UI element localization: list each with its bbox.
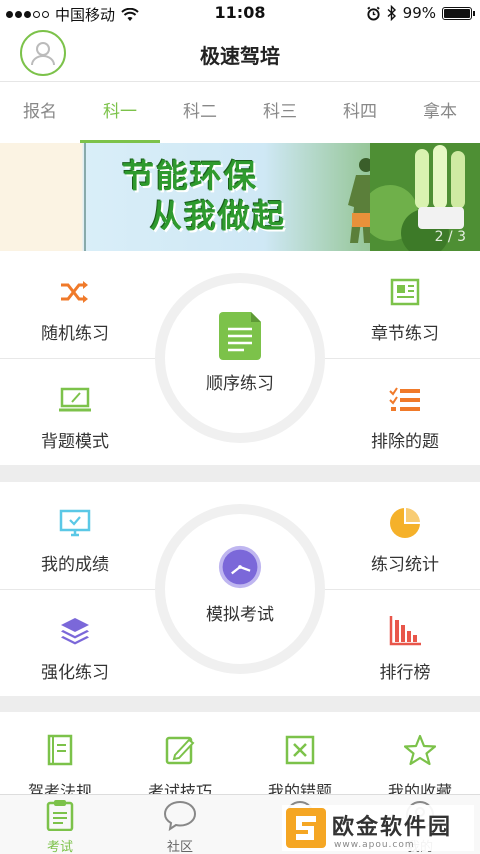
status-bar: 中国移动 11:08 99% [0,0,480,26]
tab-signup[interactable]: 报名 [0,83,80,143]
chapter-document-icon [388,275,422,309]
ranking-button[interactable]: 排行榜 [330,614,480,683]
regulations-button[interactable]: 驾考法规 [0,734,120,802]
chapter-practice-label: 章节练习 [371,324,439,344]
tabbar-community-label: 社区 [166,840,193,854]
tabbar-community[interactable]: 社区 [120,799,240,854]
monitor-check-icon [58,506,92,540]
tools-row: 驾考法规 考试技巧 我的错题 我的收藏 [0,712,480,801]
memorize-mode-button[interactable]: 背题模式 [0,383,150,452]
star-icon [403,734,437,766]
bar-chart-icon [388,614,422,648]
memorize-mode-label: 背题模式 [41,432,109,452]
sequential-practice-button[interactable]: 顺序练习 [155,273,325,443]
section-divider [0,696,480,712]
tab-subject-three[interactable]: 科三 [240,83,320,143]
exam-tips-button[interactable]: 考试技巧 [120,734,240,802]
battery-icon [442,6,475,20]
laptop-edit-icon [58,383,92,417]
tabbar-exam[interactable]: 考试 [0,799,120,854]
banner-page-indicator: 2 / 3 [434,229,466,245]
tab-subject-two[interactable]: 科二 [160,83,240,143]
cross-box-icon [285,735,315,765]
my-scores-button[interactable]: 我的成绩 [0,506,150,575]
bluetooth-icon [387,5,396,21]
watermark-logo [286,808,326,848]
random-practice-label: 随机练习 [41,324,109,344]
mock-exam-label: 模拟考试 [206,605,274,625]
alarm-icon [366,6,380,21]
checklist-icon [388,383,422,417]
tab-subject-four[interactable]: 科四 [320,83,400,143]
page-title: 极速驾培 [200,44,280,68]
ranking-label: 排行榜 [379,663,431,683]
watermark-name: 欧金软件园 [332,815,453,840]
practice-stats-label: 练习统计 [371,555,439,575]
exam-section: 我的成绩 练习统计 强化练习 排行榜 模拟考试 [0,482,480,696]
my-favorites-button[interactable]: 我的收藏 [360,734,480,802]
chapter-practice-button[interactable]: 章节练习 [330,275,480,344]
chat-bubble-icon [163,800,197,832]
tabbar-exam-label: 考试 [46,840,73,854]
random-practice-button[interactable]: 随机练习 [0,275,150,344]
intensive-practice-label: 强化练习 [41,663,109,683]
practice-section: 随机练习 章节练习 背题模式 排除的题 顺序练习 [0,251,480,465]
banner-headline-2: 从我做起 [150,197,287,235]
my-mistakes-button[interactable]: 我的错题 [240,734,360,802]
battery-percent: 99% [402,4,436,22]
tab-license[interactable]: 拿本 [400,83,480,143]
shuffle-icon [58,275,92,309]
promo-banner[interactable]: 节能环保 从我做起 2 / 3 [0,143,480,251]
watermark-url: www.apou.com [334,840,415,850]
clipboard-icon [46,800,74,832]
site-watermark: 欧金软件园 www.apou.com [282,805,474,851]
layers-icon [58,614,92,648]
banner-divider [84,143,86,251]
clock-icon [218,542,262,592]
excluded-questions-label: 排除的题 [371,432,439,452]
subject-tabs: 报名 科一 科二 科三 科四 拿本 [0,83,480,143]
pie-chart-icon [388,506,422,540]
intensive-practice-button[interactable]: 强化练习 [0,614,150,683]
my-scores-label: 我的成绩 [41,555,109,575]
rulebook-icon [47,734,73,766]
sequential-practice-label: 顺序练习 [206,374,274,394]
practice-stats-button[interactable]: 练习统计 [330,506,480,575]
app-header: 极速驾培 [0,26,480,82]
edit-note-icon [165,736,195,765]
mock-exam-button[interactable]: 模拟考试 [155,504,325,674]
section-divider [0,465,480,482]
document-list-icon [218,311,262,361]
excluded-questions-button[interactable]: 排除的题 [330,383,480,452]
tab-subject-one[interactable]: 科一 [80,83,160,143]
